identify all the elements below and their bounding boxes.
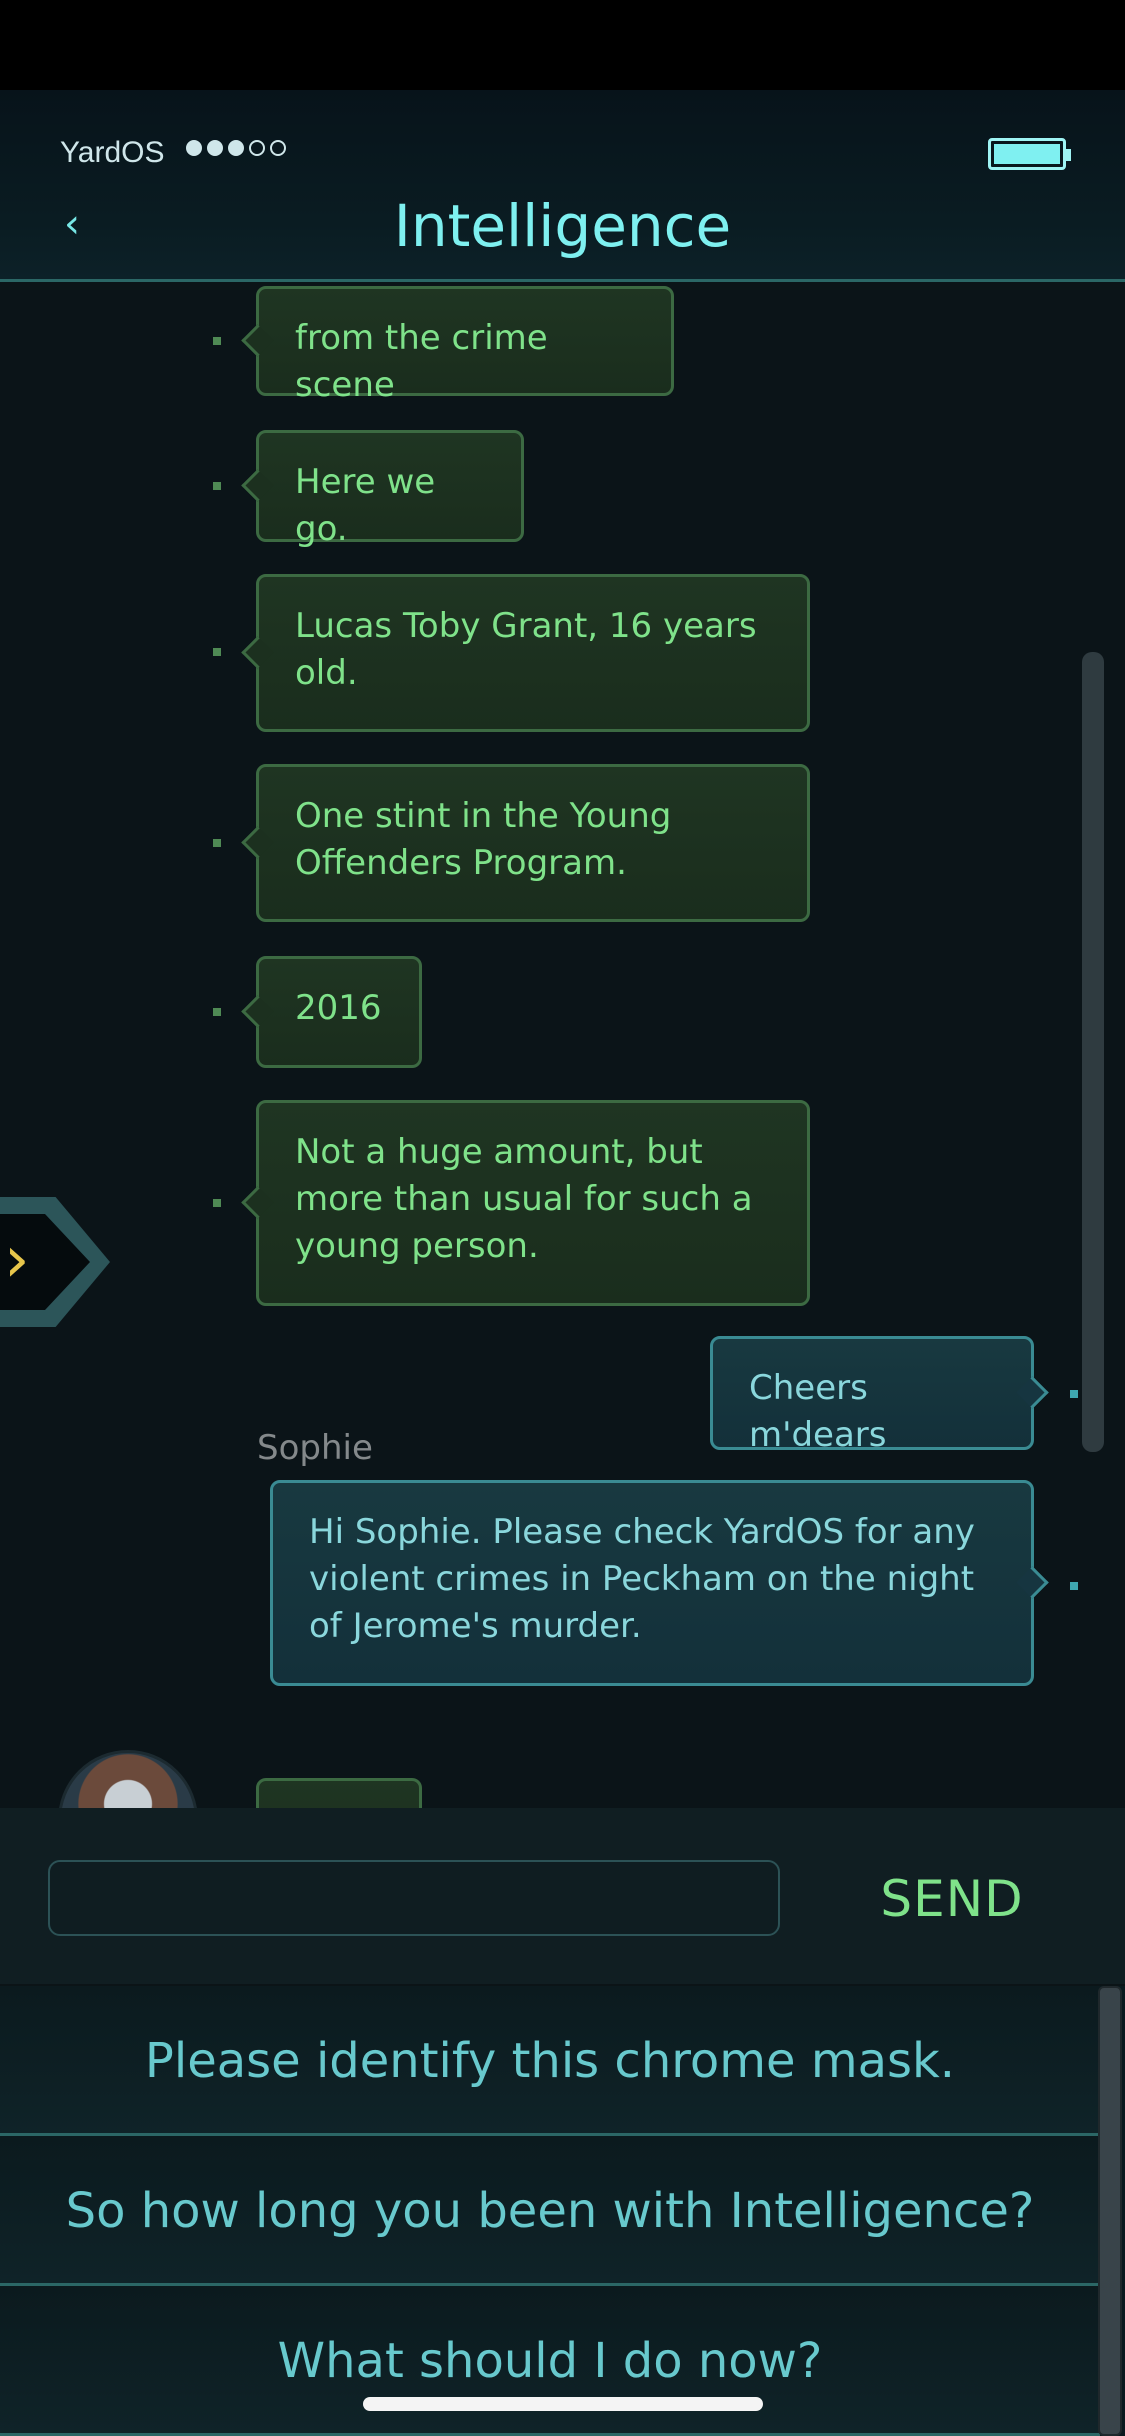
message-text: Lucas Toby Grant, 16 years old.: [295, 606, 757, 693]
reply-option[interactable]: So how long you been with Intelligence?: [0, 2136, 1100, 2286]
message-marker: [213, 839, 221, 847]
message-marker: [213, 648, 221, 656]
top-notch-area: [0, 0, 1125, 90]
message-text: One stint in the Young Offenders Program…: [295, 796, 672, 883]
message-bubble[interactable]: from the crime scene: [256, 286, 674, 405]
chat-scrollbar[interactable]: [1082, 652, 1104, 1452]
composer-bar: SEND: [0, 1808, 1125, 1986]
reply-option[interactable]: Please identify this chrome mask.: [0, 1986, 1100, 2136]
battery-fill: [994, 144, 1060, 164]
message-bubble[interactable]: One stint in the Young Offenders Program…: [256, 764, 810, 922]
message-marker: [1070, 1390, 1078, 1398]
reply-options: Please identify this chrome mask. So how…: [0, 1986, 1125, 2436]
message-marker: [1070, 1582, 1078, 1590]
message-text: from the crime scene: [295, 318, 548, 405]
message-bubble[interactable]: Hi Sophie. Please check YardOS for any v…: [270, 1480, 1034, 1686]
message-bubble[interactable]: [256, 1778, 422, 1808]
signal-dot: [249, 140, 265, 156]
message-text: 2016: [295, 988, 382, 1028]
side-drawer-tab-inner: ›: [0, 1214, 90, 1310]
message-marker: [213, 337, 221, 345]
signal-dot: [270, 140, 286, 156]
message-text: Cheers m'dears: [749, 1368, 887, 1455]
message-text: Not a huge amount, but more than usual f…: [295, 1132, 753, 1266]
signal-dot: [228, 140, 244, 156]
chevron-right-icon: ›: [4, 1223, 30, 1297]
message-marker: [213, 482, 221, 490]
sender-name: Sophie: [257, 1428, 373, 1468]
message-bubble[interactable]: 2016: [256, 956, 422, 1068]
signal-dot: [207, 140, 223, 156]
signal-dot: [186, 140, 202, 156]
side-drawer-tab[interactable]: ›: [0, 1197, 110, 1327]
message-bubble[interactable]: Cheers m'dears: [710, 1336, 1034, 1455]
avatar: [58, 1750, 198, 1808]
message-bubble[interactable]: Not a huge amount, but more than usual f…: [256, 1100, 810, 1306]
signal-strength-icon: [186, 140, 286, 156]
message-bubble[interactable]: Lucas Toby Grant, 16 years old.: [256, 574, 810, 732]
chat-thread[interactable]: from the crime scene Here we go. Lucas T…: [0, 282, 1125, 1808]
battery-icon: [988, 138, 1071, 170]
message-bubble[interactable]: Here we go.: [256, 430, 524, 549]
message-marker: [213, 1008, 221, 1016]
message-marker: [213, 1199, 221, 1207]
send-button[interactable]: SEND: [862, 1864, 1042, 1934]
message-text: Here we go.: [295, 462, 436, 549]
message-input[interactable]: [48, 1860, 780, 1936]
message-text: Hi Sophie. Please check YardOS for any v…: [309, 1512, 975, 1646]
page-title: Intelligence: [393, 192, 732, 260]
carrier-name: YardOS: [60, 136, 165, 169]
reply-options-scrollbar[interactable]: [1098, 1986, 1122, 2436]
reply-option[interactable]: What should I do now?: [0, 2286, 1100, 2436]
app-header: YardOS ‹ Intelligence: [0, 90, 1125, 282]
home-indicator[interactable]: [363, 2397, 763, 2411]
